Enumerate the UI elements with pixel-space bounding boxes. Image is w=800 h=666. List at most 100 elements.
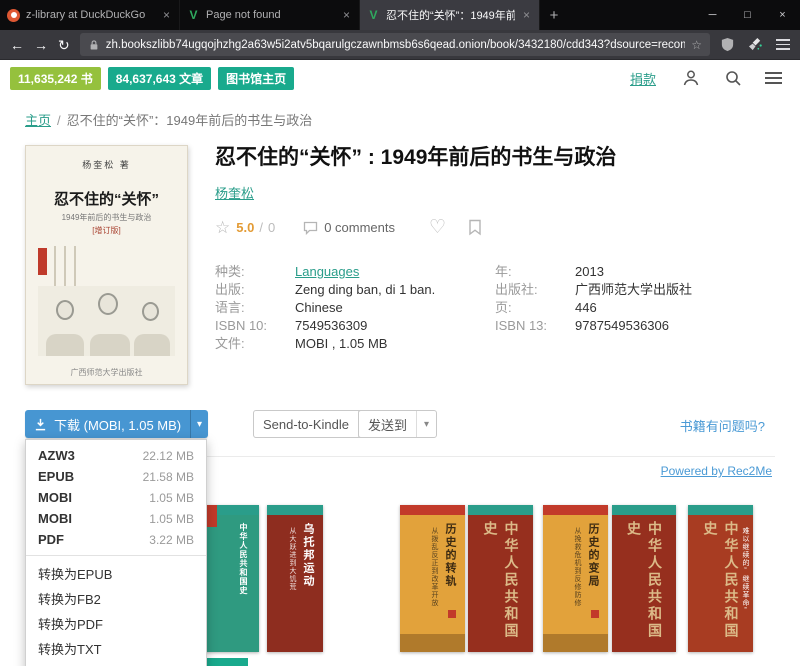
tab-close-icon[interactable]: × bbox=[521, 8, 532, 22]
caret-down-icon: ▾ bbox=[197, 419, 202, 430]
menu-item-format[interactable]: AZW322.12 MB bbox=[26, 445, 206, 466]
book-metadata: 种类:Languages 出版:Zeng ding ban, di 1 ban.… bbox=[215, 263, 780, 353]
navbar-extension-icons bbox=[720, 37, 790, 52]
comments-link[interactable]: 0 comments bbox=[303, 220, 395, 235]
lock-icon bbox=[88, 39, 100, 51]
zlibrary-favicon-icon bbox=[367, 9, 380, 22]
meta-row-edition: 出版:Zeng ding ban, di 1 ban. bbox=[215, 281, 495, 299]
recommended-book-cover[interactable]: 乌托邦运动 从大跃进到大饥荒 bbox=[267, 505, 323, 652]
download-button-group: 下载 (MOBI, 1.05 MB) ▾ bbox=[25, 410, 208, 438]
meta-row-publisher: 出版社:广西师范大学出版社 bbox=[495, 281, 775, 299]
download-options-toggle[interactable]: ▾ bbox=[190, 410, 208, 438]
download-icon bbox=[34, 418, 47, 431]
menu-item-convert[interactable]: 转换为PDF bbox=[26, 611, 206, 636]
page-title: 忍不住的“关怀” : 1949年前后的书生与政治 bbox=[215, 145, 780, 171]
menu-item-convert[interactable]: 转换为EPUB bbox=[26, 561, 206, 586]
articles-count-badge[interactable]: 84,637,643 文章 bbox=[108, 67, 211, 90]
menu-item-format[interactable]: MOBI1.05 MB bbox=[26, 487, 206, 508]
tab-title: Page not found bbox=[206, 9, 335, 21]
menu-item-convert[interactable]: 转换为RTF bbox=[26, 661, 206, 666]
new-tab-button[interactable]: + bbox=[540, 0, 568, 30]
bookmark-star-icon[interactable]: ☆ bbox=[691, 38, 702, 52]
menu-item-convert[interactable]: 转换为TXT bbox=[26, 636, 206, 661]
breadcrumb-separator: / bbox=[57, 113, 61, 128]
tab-duckduckgo-search[interactable]: z-library at DuckDuckGo × bbox=[0, 0, 180, 30]
author-link[interactable]: 杨奎松 bbox=[215, 183, 254, 202]
close-window-button[interactable]: × bbox=[765, 0, 800, 30]
cover-seal-decoration bbox=[448, 610, 456, 618]
menu-item-format[interactable]: PDF3.22 MB bbox=[26, 529, 206, 550]
site-header: 11,635,242 书 84,637,643 文章 图书馆主页 捐款 bbox=[0, 60, 800, 96]
recommended-book-cover[interactable]: 中华人民共和国史 难以继续的“继续革命” bbox=[688, 505, 753, 652]
search-icon[interactable] bbox=[724, 69, 742, 87]
breadcrumb-current: 忍不住的“关怀”：1949年前后的书生与政治 bbox=[67, 113, 313, 128]
cover-seal-decoration bbox=[591, 610, 599, 618]
browser-menu-icon[interactable] bbox=[776, 39, 790, 50]
send-to-button[interactable]: 发送到 ▾ bbox=[358, 410, 437, 438]
recommended-book-cover[interactable]: 中华人民共和国史 bbox=[468, 505, 533, 652]
favorite-heart-icon[interactable]: ♡ bbox=[429, 218, 446, 237]
menu-item-convert[interactable]: 转换为FB2 bbox=[26, 586, 206, 611]
zlibrary-favicon-icon bbox=[187, 9, 200, 22]
recommended-book-cover[interactable]: 中华人民共和国史 bbox=[203, 505, 259, 652]
tab-close-icon[interactable]: × bbox=[341, 8, 352, 22]
report-problem-link[interactable]: 书籍有问题吗? bbox=[680, 416, 765, 435]
cover-subtitle: 1949年前后的书生与政治 bbox=[26, 212, 187, 223]
rating-row: ☆ 5.0 / 0 0 comments ♡ bbox=[215, 218, 780, 237]
url-text: zh.bookszlibb74ugqojhzhg2a63w5i2atv5bqar… bbox=[106, 39, 686, 51]
tab-title: 忍不住的“关怀”：1949年前后... bbox=[386, 7, 515, 23]
book-details: 忍不住的“关怀” : 1949年前后的书生与政治 杨奎松 ☆ 5.0 / 0 0… bbox=[215, 145, 780, 353]
bookmark-icon[interactable] bbox=[468, 219, 482, 236]
star-icon[interactable]: ☆ bbox=[215, 219, 230, 236]
cover-seal-decoration bbox=[38, 248, 47, 275]
meta-row-isbn10: ISBN 10:7549536309 bbox=[215, 317, 495, 335]
menu-item-format[interactable]: MOBI1.05 MB bbox=[26, 508, 206, 529]
tab-book-active[interactable]: 忍不住的“关怀”：1949年前后... × bbox=[360, 0, 540, 30]
profile-icon[interactable] bbox=[681, 68, 701, 88]
forward-button[interactable]: → bbox=[34, 38, 48, 52]
book-cover[interactable]: 杨奎松 著 忍不住的“关怀” 1949年前后的书生与政治 [增订版] 广西师范大… bbox=[25, 145, 188, 385]
meta-row-file: 文件:MOBI , 1.05 MB bbox=[215, 335, 495, 353]
breadcrumb-home-link[interactable]: 主页 bbox=[25, 113, 51, 128]
browser-titlebar: z-library at DuckDuckGo × Page not found… bbox=[0, 0, 800, 30]
tab-page-not-found[interactable]: Page not found × bbox=[180, 0, 360, 30]
shield-icon[interactable] bbox=[720, 37, 735, 52]
maximize-button[interactable]: □ bbox=[730, 0, 765, 30]
cover-author-line: 杨奎松 著 bbox=[26, 158, 187, 171]
cover-edition: [增订版] bbox=[26, 225, 187, 236]
download-button[interactable]: 下载 (MOBI, 1.05 MB) bbox=[25, 410, 190, 438]
comment-icon bbox=[303, 221, 318, 235]
meta-row-isbn13: ISBN 13:9787549536306 bbox=[495, 317, 775, 335]
minimize-button[interactable]: ─ bbox=[695, 0, 730, 30]
window-controls: ─ □ × bbox=[695, 0, 800, 30]
download-format-menu: AZW322.12 MB EPUB21.58 MB MOBI1.05 MB MO… bbox=[25, 439, 207, 666]
rating-count: 0 bbox=[268, 220, 275, 235]
recommended-book-cover[interactable]: 中华人民共和国史 bbox=[612, 505, 676, 652]
site-menu-icon[interactable] bbox=[765, 72, 782, 84]
download-label: 下载 (MOBI, 1.05 MB) bbox=[54, 415, 181, 434]
back-button[interactable]: ← bbox=[10, 38, 24, 52]
recommended-book-cover[interactable]: 历史的变局 从挽救危机到反修防修 bbox=[543, 505, 608, 652]
books-count-badge[interactable]: 11,635,242 书 bbox=[10, 67, 101, 90]
tab-title: z-library at DuckDuckGo bbox=[26, 9, 155, 21]
breadcrumb: 主页 / 忍不住的“关怀”：1949年前后的书生与政治 bbox=[25, 110, 312, 129]
metadata-right-column: 年:2013 出版社:广西师范大学出版社 页:446 ISBN 13:97875… bbox=[495, 263, 775, 353]
categories-link[interactable]: Languages bbox=[295, 263, 359, 281]
meta-row-language: 语言:Chinese bbox=[215, 299, 495, 317]
refresh-button[interactable]: ↻ bbox=[58, 38, 70, 52]
comments-label: 0 comments bbox=[324, 220, 395, 235]
donate-link[interactable]: 捐款 bbox=[630, 69, 656, 88]
rating-separator: / bbox=[259, 220, 263, 235]
library-home-badge[interactable]: 图书馆主页 bbox=[218, 67, 294, 90]
recommended-book-cover[interactable]: 历史的转轨 从拨乱反正到改革开放 bbox=[400, 505, 465, 652]
duckduckgo-favicon-icon bbox=[7, 9, 20, 22]
tab-close-icon[interactable]: × bbox=[161, 8, 172, 22]
broom-icon[interactable] bbox=[748, 37, 763, 52]
caret-down-icon[interactable]: ▾ bbox=[416, 411, 436, 437]
metadata-left-column: 种类:Languages 出版:Zeng ding ban, di 1 ban.… bbox=[215, 263, 495, 353]
powered-by-link[interactable]: Powered by Rec2Me bbox=[661, 464, 772, 478]
meta-row-categories: 种类:Languages bbox=[215, 263, 495, 281]
address-bar[interactable]: zh.bookszlibb74ugqojhzhg2a63w5i2atv5bqar… bbox=[80, 33, 710, 56]
menu-item-format[interactable]: EPUB21.58 MB bbox=[26, 466, 206, 487]
cover-illustration bbox=[38, 286, 175, 356]
